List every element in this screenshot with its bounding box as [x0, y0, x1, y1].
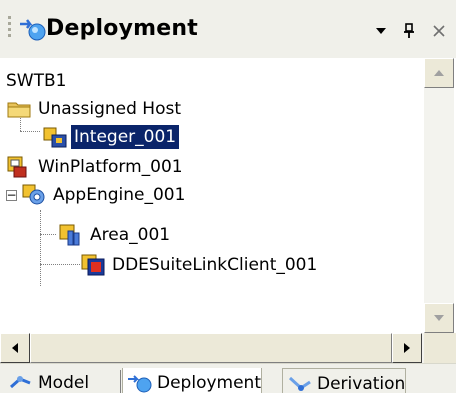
device-integration-icon — [81, 254, 105, 276]
integer-object-icon — [43, 127, 67, 148]
app-engine-icon — [22, 184, 45, 205]
tree-root[interactable]: SWTB1 — [6, 68, 69, 94]
horizontal-scroll-thumb[interactable] — [30, 333, 392, 363]
platform-icon — [7, 156, 27, 178]
deployment-icon — [20, 19, 46, 41]
derivation-icon — [288, 376, 311, 391]
folder-icon — [7, 102, 31, 118]
tab-deployment[interactable]: Deployment — [122, 368, 262, 393]
tree-node-integer-001[interactable]: Integer_001 — [42, 124, 180, 150]
tab-derivation[interactable]: Derivation — [282, 368, 407, 393]
scroll-up-arrow-icon[interactable] — [424, 58, 454, 88]
deployment-tree: SWTB1 Unassigned Host Integer_001 WinPla… — [0, 58, 424, 333]
deployment-panel: Deployment SWTB1 Unassigned Host Integer… — [0, 0, 456, 393]
drag-grip-icon[interactable] — [7, 16, 13, 44]
deployment-icon — [128, 375, 152, 393]
tree-node-appengine-001[interactable]: − AppEngine_001 — [6, 182, 188, 208]
tree-node-ddesuitelinkclient-001[interactable]: DDESuiteLinkClient_001 — [80, 252, 320, 278]
panel-header: Deployment — [0, 0, 456, 58]
dropdown-arrow-icon[interactable] — [370, 20, 392, 42]
collapse-toggle-icon[interactable]: − — [6, 189, 17, 201]
scroll-right-arrow-icon[interactable] — [392, 333, 422, 363]
tab-model[interactable]: Model — [4, 368, 89, 393]
tree-node-winplatform-001[interactable]: WinPlatform_001 — [6, 154, 186, 180]
pin-icon[interactable] — [398, 20, 420, 42]
scrollbar-corner — [424, 333, 456, 363]
close-icon[interactable] — [428, 20, 450, 42]
panel-title: Deployment — [46, 16, 198, 41]
horizontal-scrollbar[interactable] — [0, 333, 424, 363]
tree-node-area-001[interactable]: Area_001 — [58, 222, 173, 248]
model-icon — [10, 376, 31, 389]
scroll-left-arrow-icon[interactable] — [0, 333, 30, 363]
area-icon — [59, 224, 80, 246]
scroll-down-arrow-icon[interactable] — [424, 303, 454, 333]
vertical-scrollbar[interactable] — [424, 58, 454, 333]
bottom-tab-bar: Model Deployment Derivation — [0, 363, 456, 393]
tree-node-unassigned-host[interactable]: Unassigned Host — [6, 96, 184, 122]
